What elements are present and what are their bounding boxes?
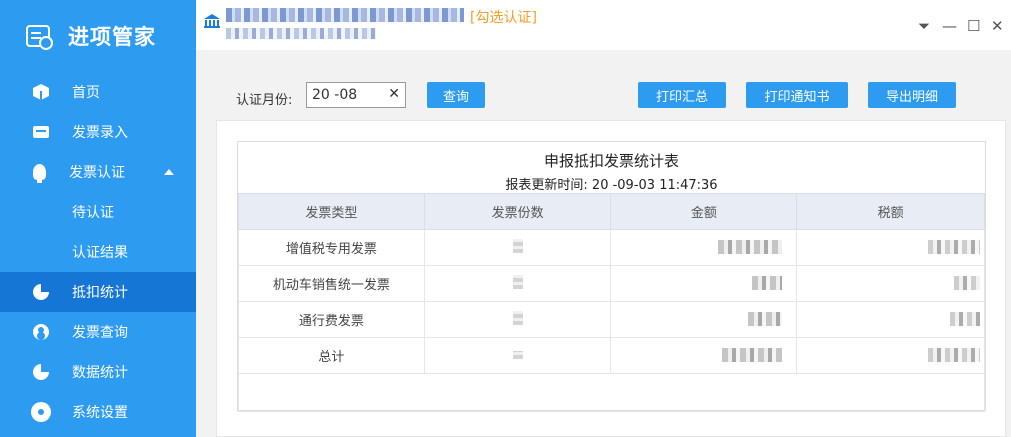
app-logo: 进项管家 — [0, 0, 196, 72]
sidebar-item-certification-result[interactable]: 认证结果 — [0, 232, 196, 272]
sidebar-item-deduction-stats[interactable]: 抵扣统计 — [0, 272, 196, 312]
sidebar: 进项管家 首页 发票录入 发票认证 待认证 认证结果 抵扣统计 发票查询 数据统… — [0, 0, 196, 437]
sidebar-item-label: 发票录入 — [72, 125, 128, 141]
table-row: 总计 — [238, 337, 985, 374]
clear-icon[interactable]: ✕ — [388, 86, 400, 102]
empty-cell — [238, 373, 985, 412]
invoice-count-redacted — [423, 265, 612, 302]
print-notice-button[interactable]: 打印通知书 — [746, 82, 848, 108]
sidebar-item-label: 数据统计 — [72, 365, 128, 381]
sidebar-item-home[interactable]: 首页 — [0, 72, 196, 112]
column-header: 税额 — [796, 193, 985, 230]
table-row-empty — [238, 373, 985, 412]
user-icon — [33, 324, 49, 340]
cube-icon — [33, 84, 49, 100]
toolbar: 认证月份: 20 -08 ✕ 查询 打印汇总 打印通知书 导出明细 — [196, 50, 1011, 120]
tax-redacted — [796, 229, 985, 266]
invoice-logo-icon — [26, 25, 53, 50]
company-name-redacted — [226, 8, 464, 22]
app-title: 进项管家 — [68, 25, 156, 49]
invoice-type-cell: 通行费发票 — [238, 301, 425, 338]
tax-redacted — [796, 301, 985, 338]
invoice-count-redacted — [423, 337, 612, 374]
sidebar-item-label: 系统设置 — [72, 405, 128, 421]
invoice-count-redacted — [423, 301, 612, 338]
sidebar-item-invoice-entry[interactable]: 发票录入 — [0, 112, 196, 152]
chevron-up-icon — [164, 169, 174, 175]
column-header: 金额 — [610, 193, 798, 230]
report-updated-time: 报表更新时间: 20 -09-03 11:47:36 — [505, 178, 718, 193]
pie-chart-icon — [33, 284, 49, 300]
main-content: 申报抵扣发票统计表 报表更新时间: 20 -09-03 11:47:36 发票类… — [216, 120, 1006, 437]
amount-redacted — [610, 265, 798, 302]
sidebar-item-system-settings[interactable]: 系统设置 — [0, 392, 196, 432]
sidebar-item-label: 发票认证 — [69, 165, 125, 181]
dropdown-menu-icon[interactable]: ⏷ — [918, 17, 930, 35]
sidebar-item-pending-certification[interactable]: 待认证 — [0, 192, 196, 232]
table-row: 机动车销售统一发票 — [238, 265, 985, 302]
tax-id-redacted — [226, 28, 376, 39]
print-summary-button[interactable]: 打印汇总 — [638, 82, 726, 108]
bulb-icon — [33, 164, 46, 183]
amount-redacted — [610, 301, 798, 338]
sidebar-item-invoice-query[interactable]: 发票查询 — [0, 312, 196, 352]
sidebar-item-label: 首页 — [72, 85, 100, 101]
table-header-row: 发票类型 发票份数 金额 税额 — [238, 193, 985, 230]
sidebar-item-label: 发票查询 — [72, 325, 128, 341]
header: [勾选认证] ⏷ — ☐ ✕ — [196, 0, 1011, 50]
gear-icon — [33, 404, 49, 420]
month-value: 20 -08 — [312, 87, 358, 103]
invoice-count-redacted — [423, 229, 612, 266]
close-icon[interactable]: ✕ — [991, 17, 1004, 35]
column-header: 发票类型 — [238, 193, 425, 230]
invoice-type-cell: 增值税专用发票 — [238, 229, 425, 266]
table-row: 增值税专用发票 — [238, 229, 985, 266]
invoice-type-cell: 机动车销售统一发票 — [238, 265, 425, 302]
sidebar-item-label: 认证结果 — [72, 245, 128, 261]
sidebar-item-data-stats[interactable]: 数据统计 — [0, 352, 196, 392]
amount-redacted — [610, 229, 798, 266]
table-row: 通行费发票 — [238, 301, 985, 338]
tax-redacted — [796, 337, 985, 374]
bank-icon — [204, 14, 220, 28]
card-icon — [33, 126, 49, 138]
tax-redacted — [796, 265, 985, 302]
column-header: 发票份数 — [423, 193, 612, 230]
certification-month-label: 认证月份: — [236, 93, 293, 108]
sidebar-item-label: 抵扣统计 — [72, 285, 128, 301]
query-button[interactable]: 查询 — [427, 82, 485, 108]
report-title: 申报抵扣发票统计表 — [543, 152, 679, 170]
tick-certification-link[interactable]: [勾选认证] — [470, 7, 537, 27]
deduction-stats-table: 发票类型 发票份数 金额 税额 增值税专用发票 机动车销售统一发票 通行费发票 … — [238, 193, 985, 412]
certification-month-input[interactable]: 20 -08 ✕ — [306, 82, 406, 108]
minimize-icon[interactable]: — — [942, 17, 957, 35]
maximize-icon[interactable]: ☐ — [967, 17, 980, 35]
export-detail-button[interactable]: 导出明细 — [868, 82, 956, 108]
invoice-type-cell: 总计 — [238, 337, 425, 374]
pie-chart-icon — [33, 364, 49, 380]
sidebar-item-label: 待认证 — [72, 205, 114, 221]
report-panel: 申报抵扣发票统计表 报表更新时间: 20 -09-03 11:47:36 发票类… — [237, 141, 986, 412]
sidebar-item-invoice-certification[interactable]: 发票认证 — [0, 152, 196, 192]
amount-redacted — [610, 337, 798, 374]
